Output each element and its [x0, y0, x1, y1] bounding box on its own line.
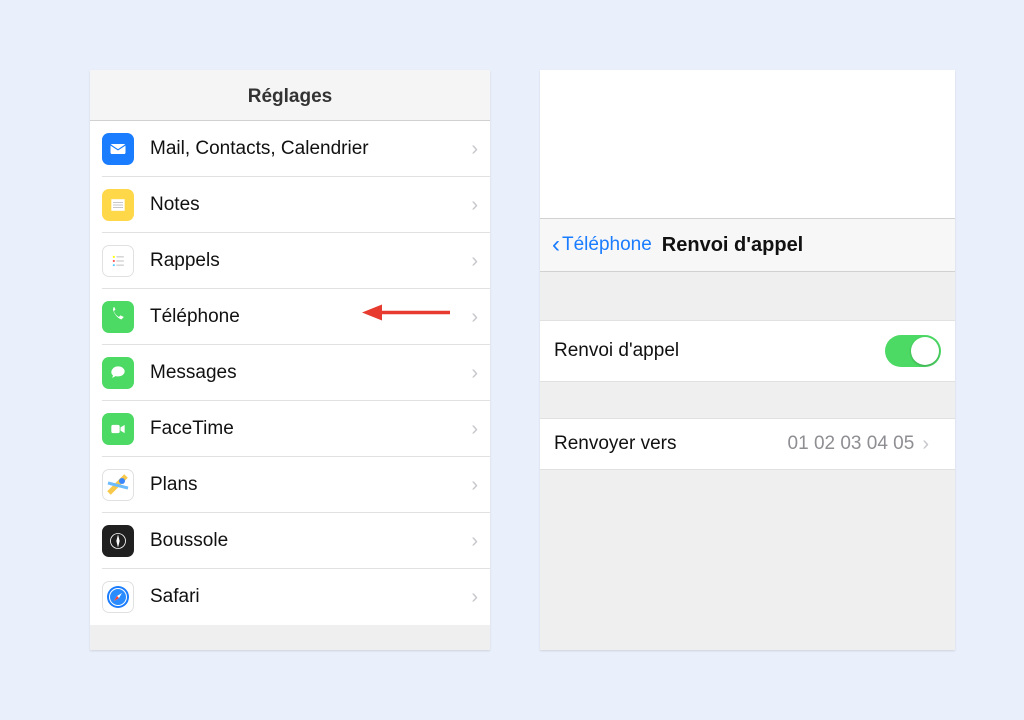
settings-title: Réglages: [90, 70, 490, 121]
nav-bar: ‹ Téléphone Renvoi d'appel: [540, 218, 955, 272]
settings-row-facetime[interactable]: FaceTime›: [102, 401, 490, 457]
toggle-label: Renvoi d'appel: [554, 340, 885, 362]
settings-row-label: Plans: [150, 474, 471, 496]
settings-row-label: Boussole: [150, 530, 471, 552]
compass-icon: [102, 525, 134, 557]
nav-title: Renvoi d'appel: [662, 234, 803, 257]
call-forwarding-panel: ‹ Téléphone Renvoi d'appel Renvoi d'appe…: [540, 70, 955, 650]
settings-panel: Réglages Mail, Contacts, Calendrier›Note…: [90, 70, 490, 650]
back-button-label[interactable]: Téléphone: [562, 234, 652, 256]
right-spacer: [540, 70, 955, 218]
toggle-row: Renvoi d'appel: [540, 320, 955, 382]
settings-row-phone[interactable]: Téléphone›: [102, 289, 490, 345]
settings-row-messages[interactable]: Messages›: [102, 345, 490, 401]
chevron-right-icon: ›: [471, 139, 478, 159]
settings-row-compass[interactable]: Boussole›: [102, 513, 490, 569]
settings-row-mail[interactable]: Mail, Contacts, Calendrier›: [102, 121, 490, 177]
safari-icon: [102, 581, 134, 613]
facetime-icon: [102, 413, 134, 445]
settings-row-label: Téléphone: [150, 306, 471, 328]
settings-row-label: Notes: [150, 194, 471, 216]
chevron-right-icon: ›: [471, 475, 478, 495]
chevron-right-icon: ›: [471, 363, 478, 383]
settings-row-safari[interactable]: Safari›: [102, 569, 490, 625]
settings-row-reminders[interactable]: Rappels›: [102, 233, 490, 289]
chevron-right-icon: ›: [471, 195, 478, 215]
forward-to-value: 01 02 03 04 05: [788, 433, 915, 455]
forward-to-label: Renvoyer vers: [554, 433, 788, 455]
settings-list: Mail, Contacts, Calendrier›Notes›Rappels…: [90, 121, 490, 625]
messages-icon: [102, 357, 134, 389]
settings-row-label: Safari: [150, 586, 471, 608]
mail-icon: [102, 133, 134, 165]
settings-row-label: Messages: [150, 362, 471, 384]
notes-icon: [102, 189, 134, 221]
chevron-right-icon: ›: [471, 531, 478, 551]
settings-row-label: Rappels: [150, 250, 471, 272]
settings-row-maps[interactable]: Plans›: [102, 457, 490, 513]
call-forwarding-toggle[interactable]: [885, 335, 941, 367]
settings-row-label: FaceTime: [150, 418, 471, 440]
chevron-right-icon: ›: [471, 587, 478, 607]
settings-row-label: Mail, Contacts, Calendrier: [150, 138, 471, 160]
back-chevron-icon[interactable]: ‹: [552, 233, 560, 257]
chevron-right-icon: ›: [922, 434, 929, 454]
reminders-icon: [102, 245, 134, 277]
chevron-right-icon: ›: [471, 251, 478, 271]
phone-icon: [102, 301, 134, 333]
maps-icon: [102, 469, 134, 501]
chevron-right-icon: ›: [471, 307, 478, 327]
settings-row-notes[interactable]: Notes›: [102, 177, 490, 233]
chevron-right-icon: ›: [471, 419, 478, 439]
forward-to-row[interactable]: Renvoyer vers 01 02 03 04 05 ›: [540, 418, 955, 470]
